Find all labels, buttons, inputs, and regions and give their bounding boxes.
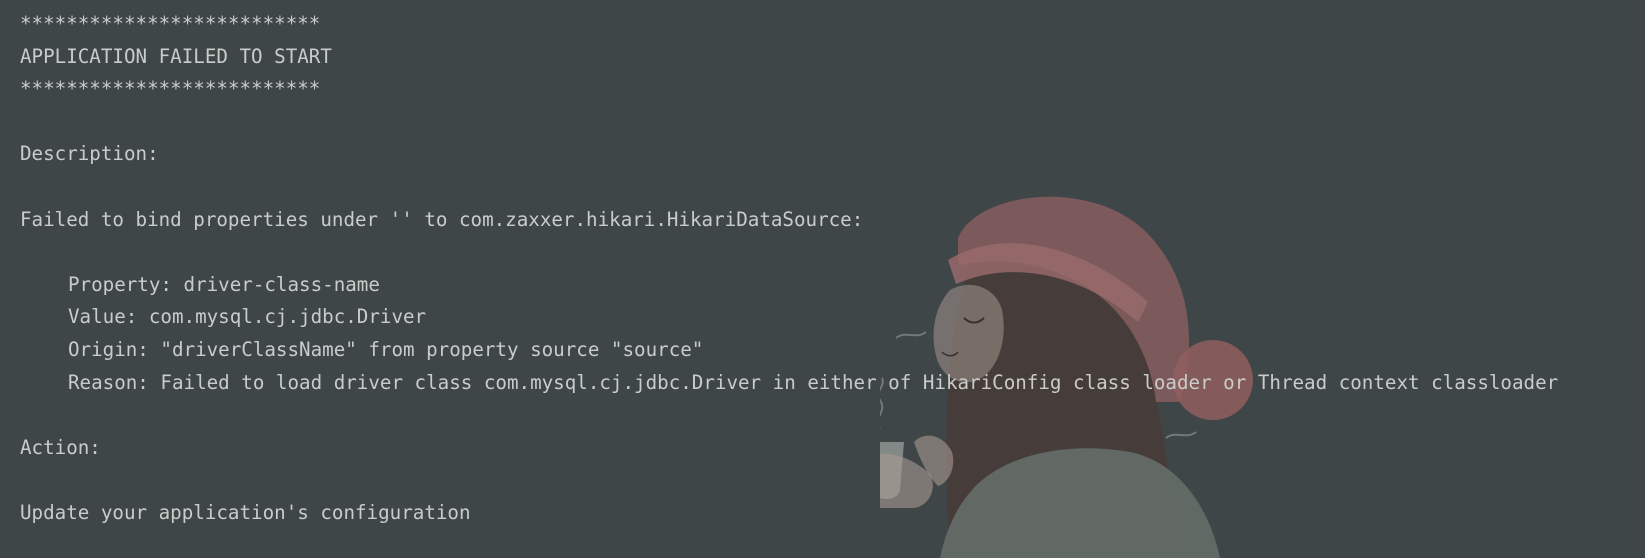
log-line: Update your application's configuration	[20, 500, 471, 524]
log-line: **************************	[20, 77, 321, 101]
log-line: Reason: Failed to load driver class com.…	[68, 370, 1559, 394]
log-line: Value: com.mysql.cj.jdbc.Driver	[68, 305, 427, 329]
log-line: Origin: "driverClassName" from property …	[68, 337, 704, 361]
log-line: Action:	[20, 435, 101, 459]
log-line: Failed to bind properties under '' to co…	[20, 207, 864, 231]
log-line: APPLICATION FAILED TO START	[20, 44, 332, 68]
log-line: Property: driver-class-name	[68, 272, 380, 296]
console-output-panel[interactable]: ************************** APPLICATION FA…	[0, 0, 1645, 558]
log-line: Description:	[20, 142, 159, 166]
error-log: ************************** APPLICATION FA…	[20, 8, 1558, 530]
log-line: **************************	[20, 12, 321, 35]
